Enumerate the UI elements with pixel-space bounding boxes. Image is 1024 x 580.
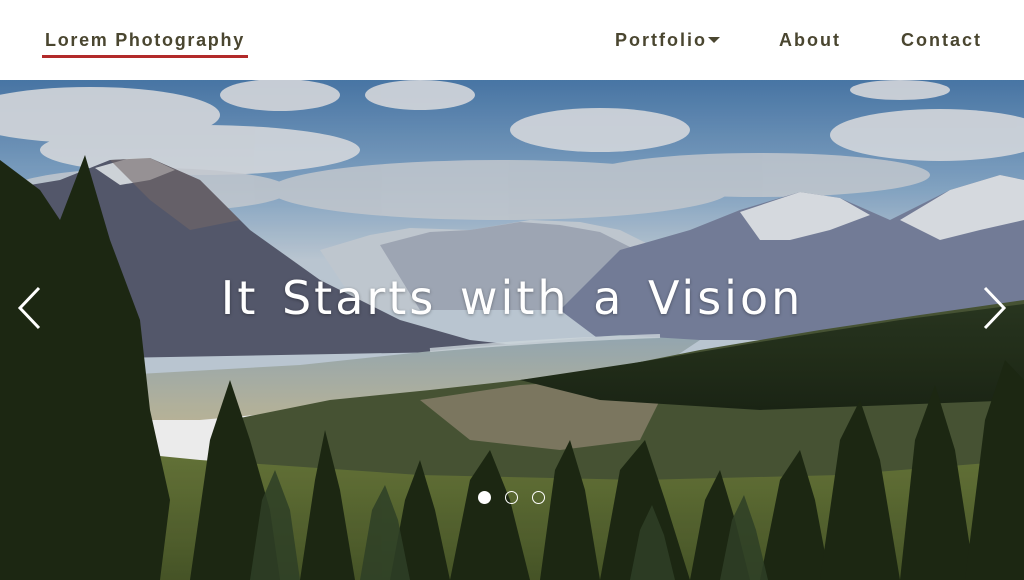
- hero-carousel: It Starts with a Vision: [0, 80, 1024, 580]
- caret-down-icon: [708, 36, 720, 43]
- chevron-left-icon: [17, 286, 41, 330]
- brand-link[interactable]: Lorem Photography: [42, 26, 248, 58]
- hero-caption: It Starts with a Vision: [220, 271, 804, 325]
- carousel-indicators: [478, 491, 548, 505]
- carousel-next-button[interactable]: [974, 280, 1014, 336]
- nav-item-contact[interactable]: Contact: [901, 30, 982, 52]
- nav-item-portfolio-label: Portfolio: [615, 30, 707, 50]
- carousel-prev-button[interactable]: [10, 280, 50, 336]
- carousel-indicator-1[interactable]: [478, 491, 491, 504]
- chevron-right-icon: [983, 286, 1007, 330]
- nav-item-portfolio[interactable]: Portfolio: [615, 30, 720, 52]
- carousel-indicator-2[interactable]: [505, 491, 518, 504]
- navbar: Lorem Photography Portfolio About Contac…: [0, 0, 1024, 80]
- nav-item-about[interactable]: About: [779, 30, 841, 52]
- hero-image: [0, 80, 1024, 580]
- carousel-indicator-3[interactable]: [532, 491, 545, 504]
